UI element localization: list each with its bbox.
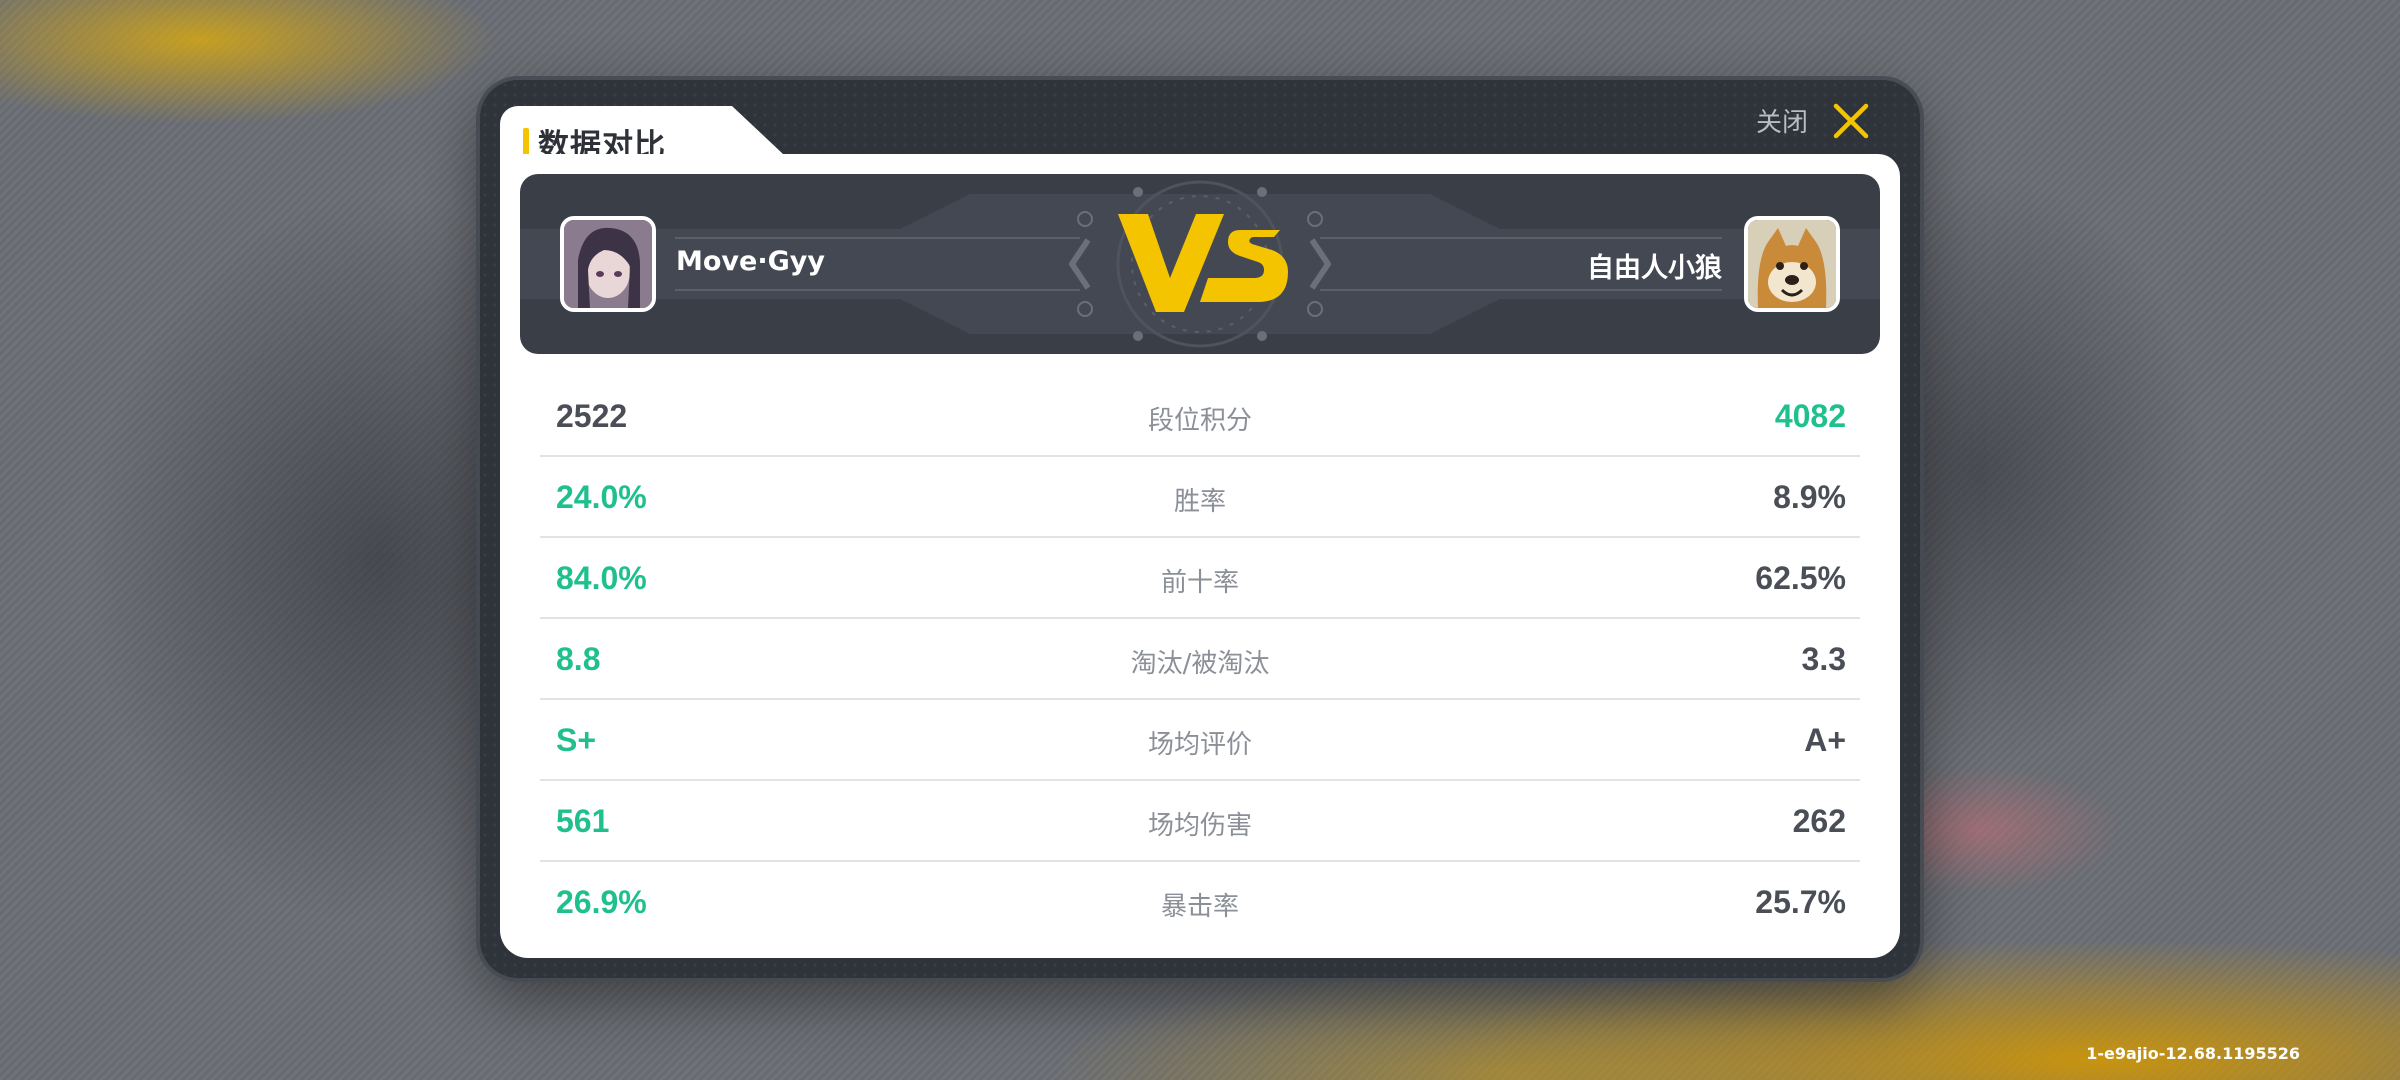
- stat-label: 场均评价: [1147, 730, 1252, 760]
- player-left-avatar[interactable]: [560, 216, 656, 312]
- close-icon[interactable]: [1830, 100, 1872, 142]
- content-panel: Move·Gyy VS 自由人小狼: [500, 154, 1900, 958]
- right-value: 62.5%: [1755, 560, 1846, 596]
- stat-label: 胜率: [1173, 487, 1226, 517]
- stat-row-top10-rate: 84.0% 前十率 62.5%: [540, 538, 1860, 619]
- stat-row-kd: 8.8 淘汰/被淘汰 3.3: [540, 619, 1860, 700]
- versus-header: Move·Gyy VS 自由人小狼: [520, 174, 1880, 354]
- close-label[interactable]: 关闭: [1756, 102, 1808, 139]
- right-value: 25.7%: [1755, 884, 1846, 920]
- stats-table: 2522 段位积分 4082 24.0% 胜率 8.9% 84.0% 前十率 6…: [540, 376, 1860, 941]
- stat-row-rank-points: 2522 段位积分 4082: [540, 376, 1860, 457]
- version-string: 1-e9ajio-12.68.1195526: [2086, 1044, 2300, 1063]
- stat-row-avg-damage: 561 场均伤害 262: [540, 781, 1860, 862]
- right-value: 262: [1792, 803, 1846, 839]
- anime-portrait-icon: [564, 220, 652, 308]
- shiba-dog-icon: [1748, 220, 1836, 308]
- stat-label: 暴击率: [1160, 892, 1239, 922]
- data-compare-modal: 数据对比 关闭 Move·Gyy 自由人小狼 2522 段位积分 4082 24…: [480, 80, 1920, 978]
- stat-row-crit-rate: 26.9% 暴击率 25.7%: [540, 862, 1860, 941]
- stat-row-win-rate: 24.0% 胜率 8.9%: [540, 457, 1860, 538]
- right-value: A+: [1804, 722, 1846, 758]
- right-value: 4082: [1774, 398, 1846, 434]
- player-left-name: Move·Gyy: [676, 246, 825, 277]
- stat-row-avg-rating: S+ 场均评价 A+: [540, 700, 1860, 781]
- stat-label: 场均伤害: [1147, 811, 1252, 841]
- stat-label: 淘汰/被淘汰: [1130, 649, 1270, 679]
- vs-logo: VS: [1118, 214, 1288, 312]
- right-value: 8.9%: [1773, 479, 1846, 515]
- player-right-avatar[interactable]: [1744, 216, 1840, 312]
- stat-label: 前十率: [1160, 568, 1239, 598]
- stat-label: 段位积分: [1147, 406, 1252, 436]
- player-right-name: 自由人小狼: [1587, 253, 1722, 284]
- right-value: 3.3: [1801, 641, 1846, 677]
